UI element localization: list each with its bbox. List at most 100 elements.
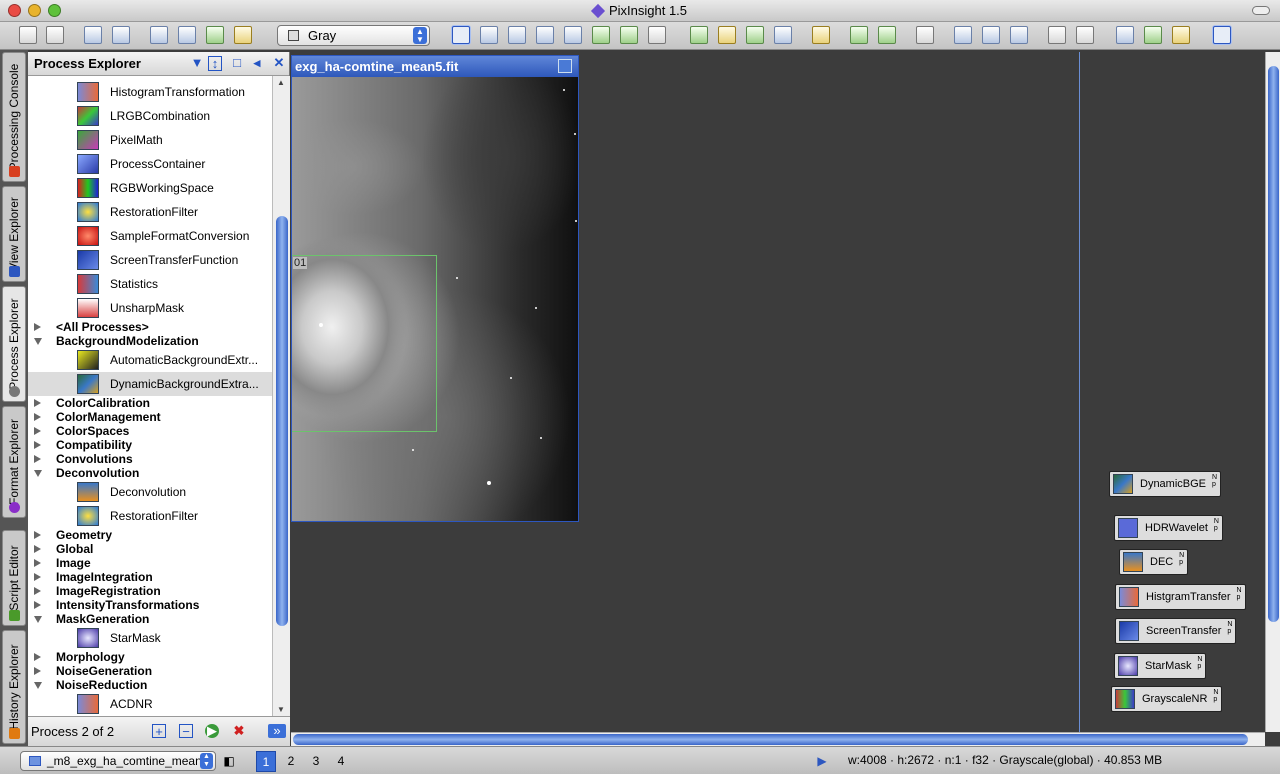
process-item[interactable]: PixelMath bbox=[28, 128, 272, 152]
play-icon[interactable]: ▶ bbox=[812, 751, 832, 772]
workspace-tab-2[interactable]: 2 bbox=[281, 751, 301, 772]
process-item[interactable]: SampleFormatConversion bbox=[28, 224, 272, 248]
triangle-right-icon[interactable] bbox=[34, 441, 41, 449]
previous-view-icon[interactable] bbox=[850, 26, 868, 44]
tab-process-explorer[interactable]: Process Explorer bbox=[2, 286, 26, 402]
workspace-vertical-scrollbar[interactable] bbox=[1265, 52, 1280, 732]
process-icon-histgramtransfer[interactable]: HistgramTransfer Np bbox=[1115, 584, 1246, 610]
category-colorcalibration[interactable]: ColorCalibration bbox=[28, 396, 272, 410]
process-icon-starmask[interactable]: StarMask Np bbox=[1114, 653, 1207, 679]
collapse-left-icon[interactable]: ◂ bbox=[250, 56, 264, 71]
triangle-right-icon[interactable] bbox=[34, 653, 41, 661]
category-compatibility[interactable]: Compatibility bbox=[28, 438, 272, 452]
triangle-right-icon[interactable] bbox=[34, 455, 41, 463]
triangle-down-icon[interactable] bbox=[34, 616, 42, 623]
restore-preview-icon[interactable] bbox=[774, 26, 792, 44]
workspace-horizontal-scrollbar[interactable] bbox=[291, 732, 1265, 746]
close-icon[interactable]: ✕ bbox=[272, 56, 286, 71]
category-geometry[interactable]: Geometry bbox=[28, 528, 272, 542]
display-channel-select[interactable]: Gray ▲ ▼ bbox=[277, 25, 430, 46]
category-noisegeneration[interactable]: NoiseGeneration bbox=[28, 664, 272, 678]
minimize-window-button[interactable] bbox=[28, 4, 41, 17]
process-item[interactable]: LRGBCombination bbox=[28, 104, 272, 128]
process-item[interactable]: StarMask bbox=[28, 626, 272, 650]
triangle-right-icon[interactable] bbox=[34, 601, 41, 609]
process-item[interactable]: HistogramTransformation bbox=[28, 80, 272, 104]
tab-processing-console[interactable]: Processing Console bbox=[2, 52, 26, 182]
delete-icon[interactable] bbox=[1010, 26, 1028, 44]
triangle-right-icon[interactable] bbox=[34, 587, 41, 595]
category-morphology[interactable]: Morphology bbox=[28, 650, 272, 664]
category-colormanagement[interactable]: ColorManagement bbox=[28, 410, 272, 424]
process-icon-screentransfer[interactable]: ScreenTransfer Np bbox=[1115, 618, 1237, 644]
sort-icon[interactable]: ↕ bbox=[208, 56, 222, 71]
execute-process-icon[interactable]: ▶ bbox=[205, 724, 219, 738]
zoom-out-icon[interactable] bbox=[536, 26, 554, 44]
mask-icon[interactable] bbox=[812, 26, 830, 44]
view-selector[interactable]: _m8_exg_ha_comtine_mean5 ▲ ▼ bbox=[20, 751, 216, 771]
category-maskgeneration[interactable]: MaskGeneration bbox=[28, 612, 272, 626]
category-imageregistration[interactable]: ImageRegistration bbox=[28, 584, 272, 598]
preferences-icon[interactable] bbox=[234, 26, 252, 44]
scroll-up-icon[interactable]: ▲ bbox=[277, 78, 285, 87]
category-allprocesses[interactable]: <All Processes> bbox=[28, 320, 272, 334]
process-item[interactable]: ProcessContainer bbox=[28, 152, 272, 176]
triangle-right-icon[interactable] bbox=[34, 323, 41, 331]
tab-history-explorer[interactable]: History Explorer bbox=[2, 630, 26, 744]
float-icon[interactable]: □ bbox=[230, 56, 244, 71]
triangle-right-icon[interactable] bbox=[34, 573, 41, 581]
scroll-thumb[interactable] bbox=[276, 216, 288, 626]
process-item[interactable]: ACDNR bbox=[28, 692, 272, 716]
align-right-icon[interactable] bbox=[1076, 26, 1094, 44]
process-item[interactable]: RestorationFilter bbox=[28, 504, 272, 528]
readout-mode-icon[interactable] bbox=[452, 26, 470, 44]
process-item[interactable]: RestorationFilter bbox=[28, 200, 272, 224]
crop-icon[interactable] bbox=[982, 26, 1000, 44]
preview-rectangle[interactable] bbox=[292, 255, 437, 432]
cascade-icon[interactable] bbox=[1144, 26, 1162, 44]
image-window[interactable]: exg_ha-comtine_mean5.fit 01 bbox=[291, 55, 579, 522]
process-item[interactable]: AutomaticBackgroundExtr... bbox=[28, 348, 272, 372]
save-icon[interactable] bbox=[178, 26, 196, 44]
triangle-down-icon[interactable] bbox=[34, 470, 42, 477]
image-window-titlebar[interactable]: exg_ha-comtine_mean5.fit bbox=[292, 56, 578, 77]
open-icon[interactable] bbox=[150, 26, 168, 44]
pan-mode-icon[interactable] bbox=[620, 26, 638, 44]
fast-forward-icon[interactable]: » bbox=[268, 724, 286, 738]
execute-icon[interactable] bbox=[954, 26, 972, 44]
category-deconvolution[interactable]: Deconvolution bbox=[28, 466, 272, 480]
triangle-right-icon[interactable] bbox=[34, 427, 41, 435]
fit-view-icon[interactable] bbox=[592, 26, 610, 44]
toolbar-toggle-button[interactable] bbox=[1252, 6, 1270, 15]
process-icon-dec[interactable]: DEC Np bbox=[1119, 549, 1189, 575]
new-workspace-icon[interactable] bbox=[206, 26, 224, 44]
redo-icon[interactable] bbox=[46, 26, 64, 44]
tab-script-editor[interactable]: Script Editor bbox=[2, 530, 26, 626]
triangle-right-icon[interactable] bbox=[34, 413, 41, 421]
triangle-right-icon[interactable] bbox=[34, 531, 41, 539]
category-imageintegration[interactable]: ImageIntegration bbox=[28, 570, 272, 584]
workspace-tab-1[interactable]: 1 bbox=[256, 751, 276, 772]
process-icon-dynamicbge[interactable]: DynamicBGE Np bbox=[1109, 471, 1222, 497]
workspace-tab-3[interactable]: 3 bbox=[306, 751, 326, 772]
zoom-in-icon[interactable] bbox=[508, 26, 526, 44]
align-left-icon[interactable] bbox=[1048, 26, 1066, 44]
workspace-tab-4[interactable]: 4 bbox=[331, 751, 351, 772]
new-image-icon[interactable] bbox=[84, 26, 102, 44]
category-convolutions[interactable]: Convolutions bbox=[28, 452, 272, 466]
category-image[interactable]: Image bbox=[28, 556, 272, 570]
explore-icon[interactable] bbox=[916, 26, 934, 44]
duplicate-icon[interactable] bbox=[112, 26, 130, 44]
triangle-right-icon[interactable] bbox=[34, 667, 41, 675]
color-manage-icon[interactable] bbox=[1213, 26, 1231, 44]
arrange-icon[interactable] bbox=[1172, 26, 1190, 44]
triangle-right-icon[interactable] bbox=[34, 559, 41, 567]
zoom-1-1-icon[interactable] bbox=[564, 26, 582, 44]
tab-view-explorer[interactable]: View Explorer bbox=[2, 186, 26, 282]
new-preview-icon[interactable] bbox=[690, 26, 708, 44]
nebula-image[interactable]: 01 bbox=[292, 77, 578, 521]
next-view-icon[interactable] bbox=[878, 26, 896, 44]
zoom-fit-icon[interactable] bbox=[480, 26, 498, 44]
triangle-right-icon[interactable] bbox=[34, 545, 41, 553]
process-item[interactable]: UnsharpMask bbox=[28, 296, 272, 320]
